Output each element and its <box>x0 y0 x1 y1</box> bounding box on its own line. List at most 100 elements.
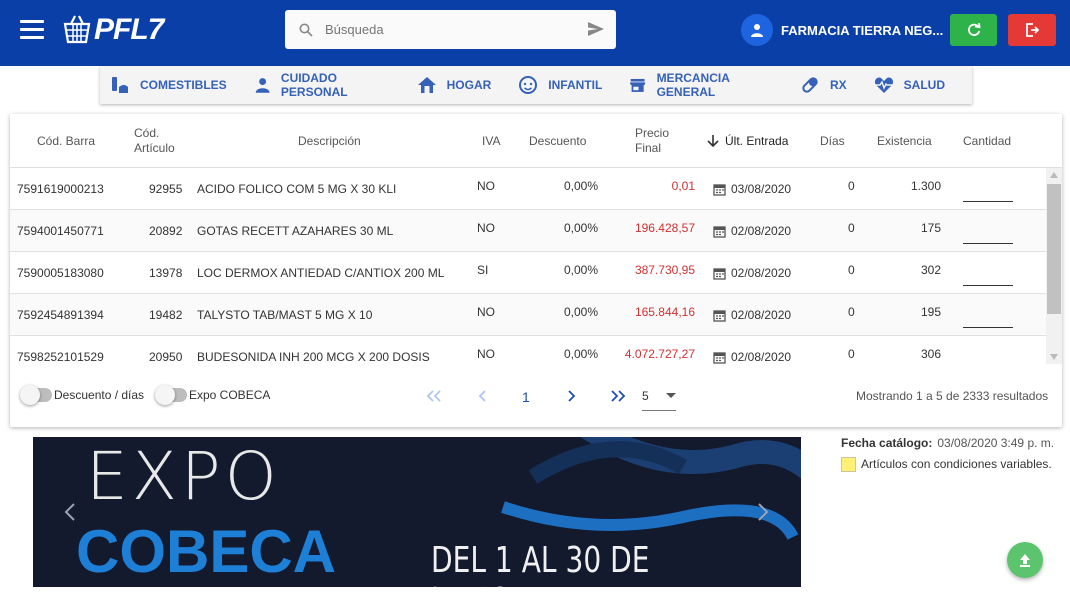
cell-description: ACIDO FOLICO COM 5 MG X 30 KLI <box>197 182 397 196</box>
quantity-input[interactable] <box>963 327 1013 328</box>
calendar-icon <box>713 309 726 322</box>
menu-icon[interactable] <box>20 20 44 40</box>
search-bar <box>285 10 616 49</box>
cell-price: 387.730,95 <box>634 263 695 277</box>
cell-price: 4.072.727,27 <box>624 347 695 361</box>
col-code[interactable]: Cód. Artículo <box>134 114 175 168</box>
arrow-up-icon <box>1020 554 1030 567</box>
scroll-thumb[interactable] <box>1047 184 1061 314</box>
next-page-icon[interactable] <box>566 390 576 402</box>
toggle-label: Descuento / días <box>54 388 145 402</box>
col-label: Días <box>820 133 845 148</box>
table-row[interactable]: 7592454891394 19482 TALYSTO TAB/MAST 5 M… <box>10 294 1046 336</box>
catalog-date-label: Fecha catálogo: <box>841 436 933 450</box>
heartbeat-icon <box>874 77 893 93</box>
cell-days: 0 <box>848 221 855 235</box>
cell-discount: 0,00% <box>564 263 599 277</box>
search-icon <box>299 23 313 37</box>
col-discount[interactable]: Descuento <box>529 114 586 168</box>
scroll-up-icon[interactable] <box>1050 172 1058 180</box>
search-input[interactable] <box>325 22 575 37</box>
chevron-right-icon[interactable] <box>757 503 769 521</box>
cell-barcode: 7592454891394 <box>17 308 104 322</box>
col-label: Descripción <box>298 133 361 148</box>
col-label: Precio <box>635 126 670 140</box>
last-page-icon[interactable] <box>610 390 626 402</box>
table-row[interactable]: 7590005183080 13978 LOC DERMOX ANTIEDAD … <box>10 252 1046 294</box>
current-page[interactable]: 1 <box>522 389 530 405</box>
page-size-value: 5 <box>642 389 649 403</box>
send-icon[interactable] <box>588 22 604 36</box>
banner-line3: DEL 1 AL 30 DE JUNIO <box>431 540 650 587</box>
calendar-icon <box>713 225 726 238</box>
person-icon <box>255 78 270 93</box>
scroll-top-button[interactable] <box>1007 542 1043 578</box>
cell-date: 02/08/2020 <box>713 294 791 336</box>
col-label: IVA <box>482 133 501 148</box>
chevron-left-icon[interactable] <box>64 503 76 521</box>
category-hogar[interactable]: HOGAR <box>417 75 491 95</box>
cell-stock: 175 <box>920 221 941 235</box>
cell-iva: NO <box>477 179 495 193</box>
promo-banner[interactable]: EXPO COBECA DEL 1 AL 30 DE JUNIO <box>33 437 801 587</box>
cell-discount: 0,00% <box>564 179 599 193</box>
logout-button[interactable] <box>1008 14 1056 46</box>
col-qty: Cantidad <box>963 114 1011 168</box>
results-summary: Mostrando 1 a 5 de 2333 resultados <box>856 389 1049 403</box>
app-logo[interactable]: PFL7 <box>62 10 164 50</box>
col-label: Existencia <box>877 133 932 148</box>
calendar-icon <box>713 267 726 280</box>
cell-date: 02/08/2020 <box>713 210 791 252</box>
legend-swatch <box>841 456 856 472</box>
category-salud[interactable]: SALUD <box>874 75 945 95</box>
col-description[interactable]: Descripción <box>298 114 361 168</box>
col-iva[interactable]: IVA <box>482 114 500 168</box>
col-last-entry[interactable]: Últ. Entrada <box>707 114 788 168</box>
quantity-input[interactable] <box>963 243 1013 244</box>
col-label: Cód. <box>134 126 160 140</box>
products-table-card: Cód. Barra Cód. Artículo Descripción IVA … <box>10 114 1062 427</box>
cell-days: 0 <box>848 179 855 193</box>
col-stock[interactable]: Existencia <box>877 114 932 168</box>
cell-code: 20950 <box>149 350 183 364</box>
cell-date-text: 02/08/2020 <box>731 350 792 364</box>
cell-price: 196.428,57 <box>634 221 695 235</box>
table-row[interactable]: 7594001450771 20892 GOTAS RECETT AZAHARE… <box>10 210 1046 252</box>
quantity-input[interactable] <box>963 285 1013 286</box>
category-comestibles[interactable]: COMESTIBLES <box>110 75 227 95</box>
cell-date-text: 02/08/2020 <box>731 266 792 280</box>
cell-barcode: 7590005183080 <box>17 266 104 280</box>
page-size-select[interactable]: 5 <box>642 389 676 411</box>
cell-discount: 0,00% <box>564 305 599 319</box>
refresh-button[interactable] <box>950 14 997 46</box>
col-label: Descuento <box>529 133 587 148</box>
category-cuidado-personal[interactable]: CUIDADO PERSONAL <box>254 71 390 99</box>
cell-iva: NO <box>477 221 495 235</box>
category-mercancia-general[interactable]: MERCANCIA GENERAL <box>629 71 773 99</box>
expo-cobeca-toggle[interactable] <box>155 385 187 405</box>
category-infantil[interactable]: INFANTIL <box>518 75 602 95</box>
first-page-icon[interactable] <box>426 390 442 402</box>
scroll-down-icon[interactable] <box>1050 352 1058 360</box>
category-label: CUIDADO PERSONAL <box>280 71 348 99</box>
banner-line1: EXPO <box>86 438 281 515</box>
cell-barcode: 7591619000213 <box>17 182 104 196</box>
cell-description: BUDESONIDA INH 200 MCG X 200 DOSIS <box>197 350 430 364</box>
refresh-icon <box>967 23 981 36</box>
category-rx[interactable]: RX <box>800 75 847 95</box>
user-info[interactable]: FARMACIA TIERRA NEG... <box>741 13 943 47</box>
col-price[interactable]: Precio Final <box>635 114 669 168</box>
calendar-icon <box>713 351 726 364</box>
table-row[interactable]: 7591619000213 92955 ACIDO FOLICO COM 5 M… <box>10 168 1046 210</box>
cell-code: 19482 <box>149 308 183 322</box>
quantity-input[interactable] <box>963 201 1013 202</box>
table-scrollbar[interactable] <box>1046 168 1062 364</box>
col-label: Últ. Entrada <box>725 133 789 148</box>
table-body: 7591619000213 92955 ACIDO FOLICO COM 5 M… <box>10 168 1046 364</box>
table-row[interactable]: 7598252101529 20950 BUDESONIDA INH 200 M… <box>10 336 1046 364</box>
prev-page-icon[interactable] <box>478 390 488 402</box>
cell-discount: 0,00% <box>564 347 599 361</box>
discount-days-toggle[interactable] <box>20 385 52 405</box>
col-days[interactable]: Días <box>820 114 845 168</box>
col-barcode[interactable]: Cód. Barra <box>37 114 95 168</box>
